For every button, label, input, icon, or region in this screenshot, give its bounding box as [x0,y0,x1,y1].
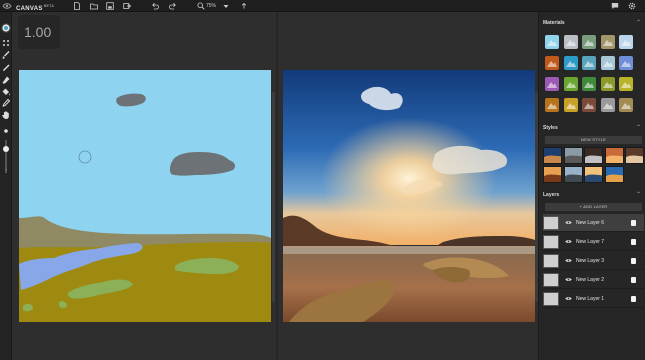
canvas-workspace: 1.00 [12,12,538,360]
field-material[interactable] [619,77,633,91]
style-thumbnail-6[interactable] [543,166,562,183]
visibility-eye-icon[interactable] [565,277,572,282]
visibility-eye-icon[interactable] [565,220,572,225]
redo-icon[interactable] [169,2,177,10]
water-material[interactable] [563,56,578,70]
left-scrollbar[interactable] [272,92,275,302]
style-thumbnail-2[interactable] [563,147,583,164]
layer-thumbnail [543,254,559,268]
add-layer-button[interactable]: + ADD LAYER [545,203,642,211]
layer-lock-icon[interactable] [631,239,636,245]
brush-size-large-icon [1,166,11,176]
app-window: CANVASBETA 75% 1.00 Materials ⌃ Styles ⌃… [0,0,645,360]
style-thumbnail-4[interactable] [604,147,624,164]
styles-header: Styles [543,125,558,131]
beta-badge: BETA [43,4,55,8]
layer-name: New Layer 3 [576,258,605,264]
dirt-material[interactable] [545,98,559,112]
layer-lock-icon[interactable] [631,277,636,283]
settings-gear-icon[interactable] [628,2,636,10]
top-toolbar: CANVASBETA 75% [0,0,645,12]
zoom-level[interactable]: 75% [206,1,216,11]
brush-icon[interactable] [1,50,11,60]
nvidia-logo-icon [2,1,12,11]
layer-thumbnail [543,273,559,287]
layers-collapse-icon[interactable]: ⌃ [636,191,641,200]
app-title: CANVASBETA [16,4,55,12]
eraser-icon[interactable] [1,75,11,85]
hill-material[interactable] [600,35,615,49]
layer-name: New Layer 6 [576,220,605,226]
save-icon[interactable] [106,2,114,10]
layer-name: New Layer 2 [576,277,605,283]
layers-header: Layers [543,192,560,198]
zoom-badge: 1.00 [18,15,60,49]
layer-thumbnail [543,216,559,230]
materials-collapse-icon[interactable]: ⌃ [636,19,641,28]
sand-material[interactable] [563,98,578,112]
new-style-button[interactable]: NEW STYLE [545,136,642,144]
tool-palette [0,12,12,360]
layer-lock-icon[interactable] [631,296,636,302]
visibility-eye-icon[interactable] [565,258,572,263]
style-thumbnail-3[interactable] [584,147,603,164]
export-icon[interactable] [123,2,131,10]
layer-name: New Layer 7 [576,239,605,245]
layer-thumbnail [543,235,559,249]
view-divider[interactable] [276,12,278,360]
style-thumbnail-5[interactable] [625,147,644,164]
fill-bucket-icon[interactable] [1,87,11,97]
layer-row[interactable]: New Layer 6 [543,214,644,232]
flower-material[interactable] [545,77,559,91]
layer-row[interactable]: New Layer 2 [543,271,644,289]
layer-name: New Layer 1 [576,296,605,302]
layer-row[interactable]: New Layer 3 [543,252,644,270]
visibility-eye-icon[interactable] [565,296,572,301]
brush-size-handle[interactable] [3,146,9,152]
layer-lock-icon[interactable] [631,220,636,226]
style-thumbnail-9[interactable] [604,166,624,183]
tree-material[interactable] [600,77,615,91]
pan-hand-icon[interactable] [1,110,11,120]
style-thumbnail-8[interactable] [584,166,603,183]
dropdown-arrow-icon[interactable] [222,2,230,10]
zoom-icon[interactable] [197,2,205,10]
layer-lock-icon[interactable] [631,258,636,264]
export-image-icon[interactable] [240,2,248,10]
layer-row[interactable]: New Layer 7 [543,233,644,251]
sky-material[interactable] [545,35,559,49]
volcano-material[interactable] [545,56,559,70]
snow-mountain-material[interactable] [619,35,633,49]
styles-collapse-icon[interactable]: ⌃ [636,124,641,133]
rock-material[interactable] [582,98,596,112]
style-thumbnail-7[interactable] [563,166,583,183]
stone-material[interactable] [600,98,615,112]
brush-size-small-icon [1,126,11,136]
grass-material[interactable] [563,77,578,91]
eyedropper-icon[interactable] [1,98,11,108]
materials-header: Materials [543,20,565,26]
grid-icon[interactable] [1,38,11,48]
river-material[interactable] [619,56,633,70]
visibility-eye-icon[interactable] [565,239,572,244]
mountain-material[interactable] [582,35,596,49]
generated-image [283,70,535,322]
chat-icon[interactable] [611,2,619,10]
side-panel: Materials ⌃ Styles ⌃ NEW STYLE Layers ⌃ … [538,12,645,360]
style-thumbnail-1[interactable] [543,147,562,164]
layer-row[interactable]: New Layer 1 [543,290,644,308]
layer-thumbnail [543,292,559,306]
undo-icon[interactable] [151,2,159,10]
segmentation-canvas[interactable] [19,70,271,322]
open-folder-icon[interactable] [90,2,98,10]
brush-circle-icon[interactable] [1,23,11,33]
wall-material[interactable] [619,98,633,112]
cloud-material[interactable] [563,35,578,49]
new-file-icon[interactable] [73,2,81,10]
pencil-icon[interactable] [1,63,11,73]
sea-material[interactable] [582,56,596,70]
bush-material[interactable] [582,77,596,91]
fog-material[interactable] [600,56,615,70]
